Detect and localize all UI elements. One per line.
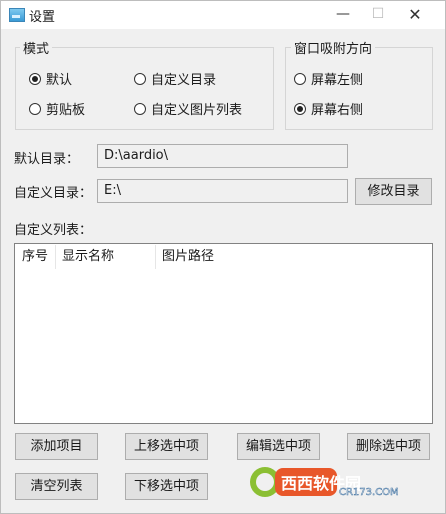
add-item-button[interactable]: 添加项目 (15, 433, 98, 460)
delete-item-button[interactable]: 删除选中项 (347, 433, 430, 460)
radio-unchecked-icon (29, 102, 41, 115)
watermark-url: CR173.COM (339, 487, 399, 498)
custom-list-label: 自定义列表： (14, 223, 93, 238)
column-header-index[interactable]: 序号 (15, 245, 55, 269)
close-button[interactable]: ✕ (395, 1, 435, 29)
radio-checked-icon (294, 102, 306, 115)
radio-unchecked-icon (134, 102, 146, 115)
radio-label: 剪贴板 (46, 103, 86, 118)
radio-mode-default[interactable]: 默认 (29, 69, 72, 88)
settings-window: 设置 — ☐ ✕ 模式 默认 自定义目录 剪贴板 自定义图片列表 窗口吸附方向 … (0, 0, 446, 514)
radio-unchecked-icon (294, 72, 306, 85)
radio-label: 自定义目录 (151, 73, 217, 88)
title-bar: 设置 — ☐ ✕ (1, 1, 445, 29)
custom-dir-field[interactable]: E:\ (97, 179, 348, 203)
radio-mode-clipboard[interactable]: 剪贴板 (29, 99, 85, 118)
maximize-button[interactable]: ☐ (358, 1, 398, 29)
radio-dock-right[interactable]: 屏幕右侧 (294, 99, 363, 118)
column-header-image-path[interactable]: 图片路径 (155, 245, 355, 269)
dock-group-title: 窗口吸附方向 (291, 38, 376, 57)
radio-label: 屏幕左侧 (311, 73, 364, 88)
custom-dir-label: 自定义目录： (14, 186, 93, 201)
column-header-display-name[interactable]: 显示名称 (55, 245, 155, 269)
radio-checked-icon (29, 72, 41, 85)
site-watermark: 西西软件园 CR173.COM (247, 463, 427, 501)
move-down-button[interactable]: 下移选中项 (125, 473, 208, 500)
move-up-button[interactable]: 上移选中项 (125, 433, 208, 460)
radio-label: 屏幕右侧 (311, 103, 364, 118)
radio-mode-custom-dir[interactable]: 自定义目录 (134, 69, 216, 88)
watermark-logo-icon: 西西软件园 CR173.COM (250, 467, 399, 498)
custom-list-view[interactable]: 序号 显示名称 图片路径 (14, 243, 433, 424)
default-dir-label: 默认目录： (14, 152, 80, 167)
default-dir-field[interactable]: D:\aardio\ (97, 144, 348, 168)
radio-label: 自定义图片列表 (151, 103, 243, 118)
window-title: 设置 (29, 10, 56, 25)
modify-dir-button[interactable]: 修改目录 (355, 178, 432, 205)
edit-item-button[interactable]: 编辑选中项 (237, 433, 320, 460)
minimize-button[interactable]: — (323, 1, 363, 29)
mode-group-title: 模式 (20, 38, 53, 57)
radio-unchecked-icon (134, 72, 146, 85)
app-icon (9, 8, 25, 22)
radio-dock-left[interactable]: 屏幕左侧 (294, 69, 363, 88)
radio-mode-custom-list[interactable]: 自定义图片列表 (134, 99, 242, 118)
clear-list-button[interactable]: 清空列表 (15, 473, 98, 500)
radio-label: 默认 (46, 73, 73, 88)
